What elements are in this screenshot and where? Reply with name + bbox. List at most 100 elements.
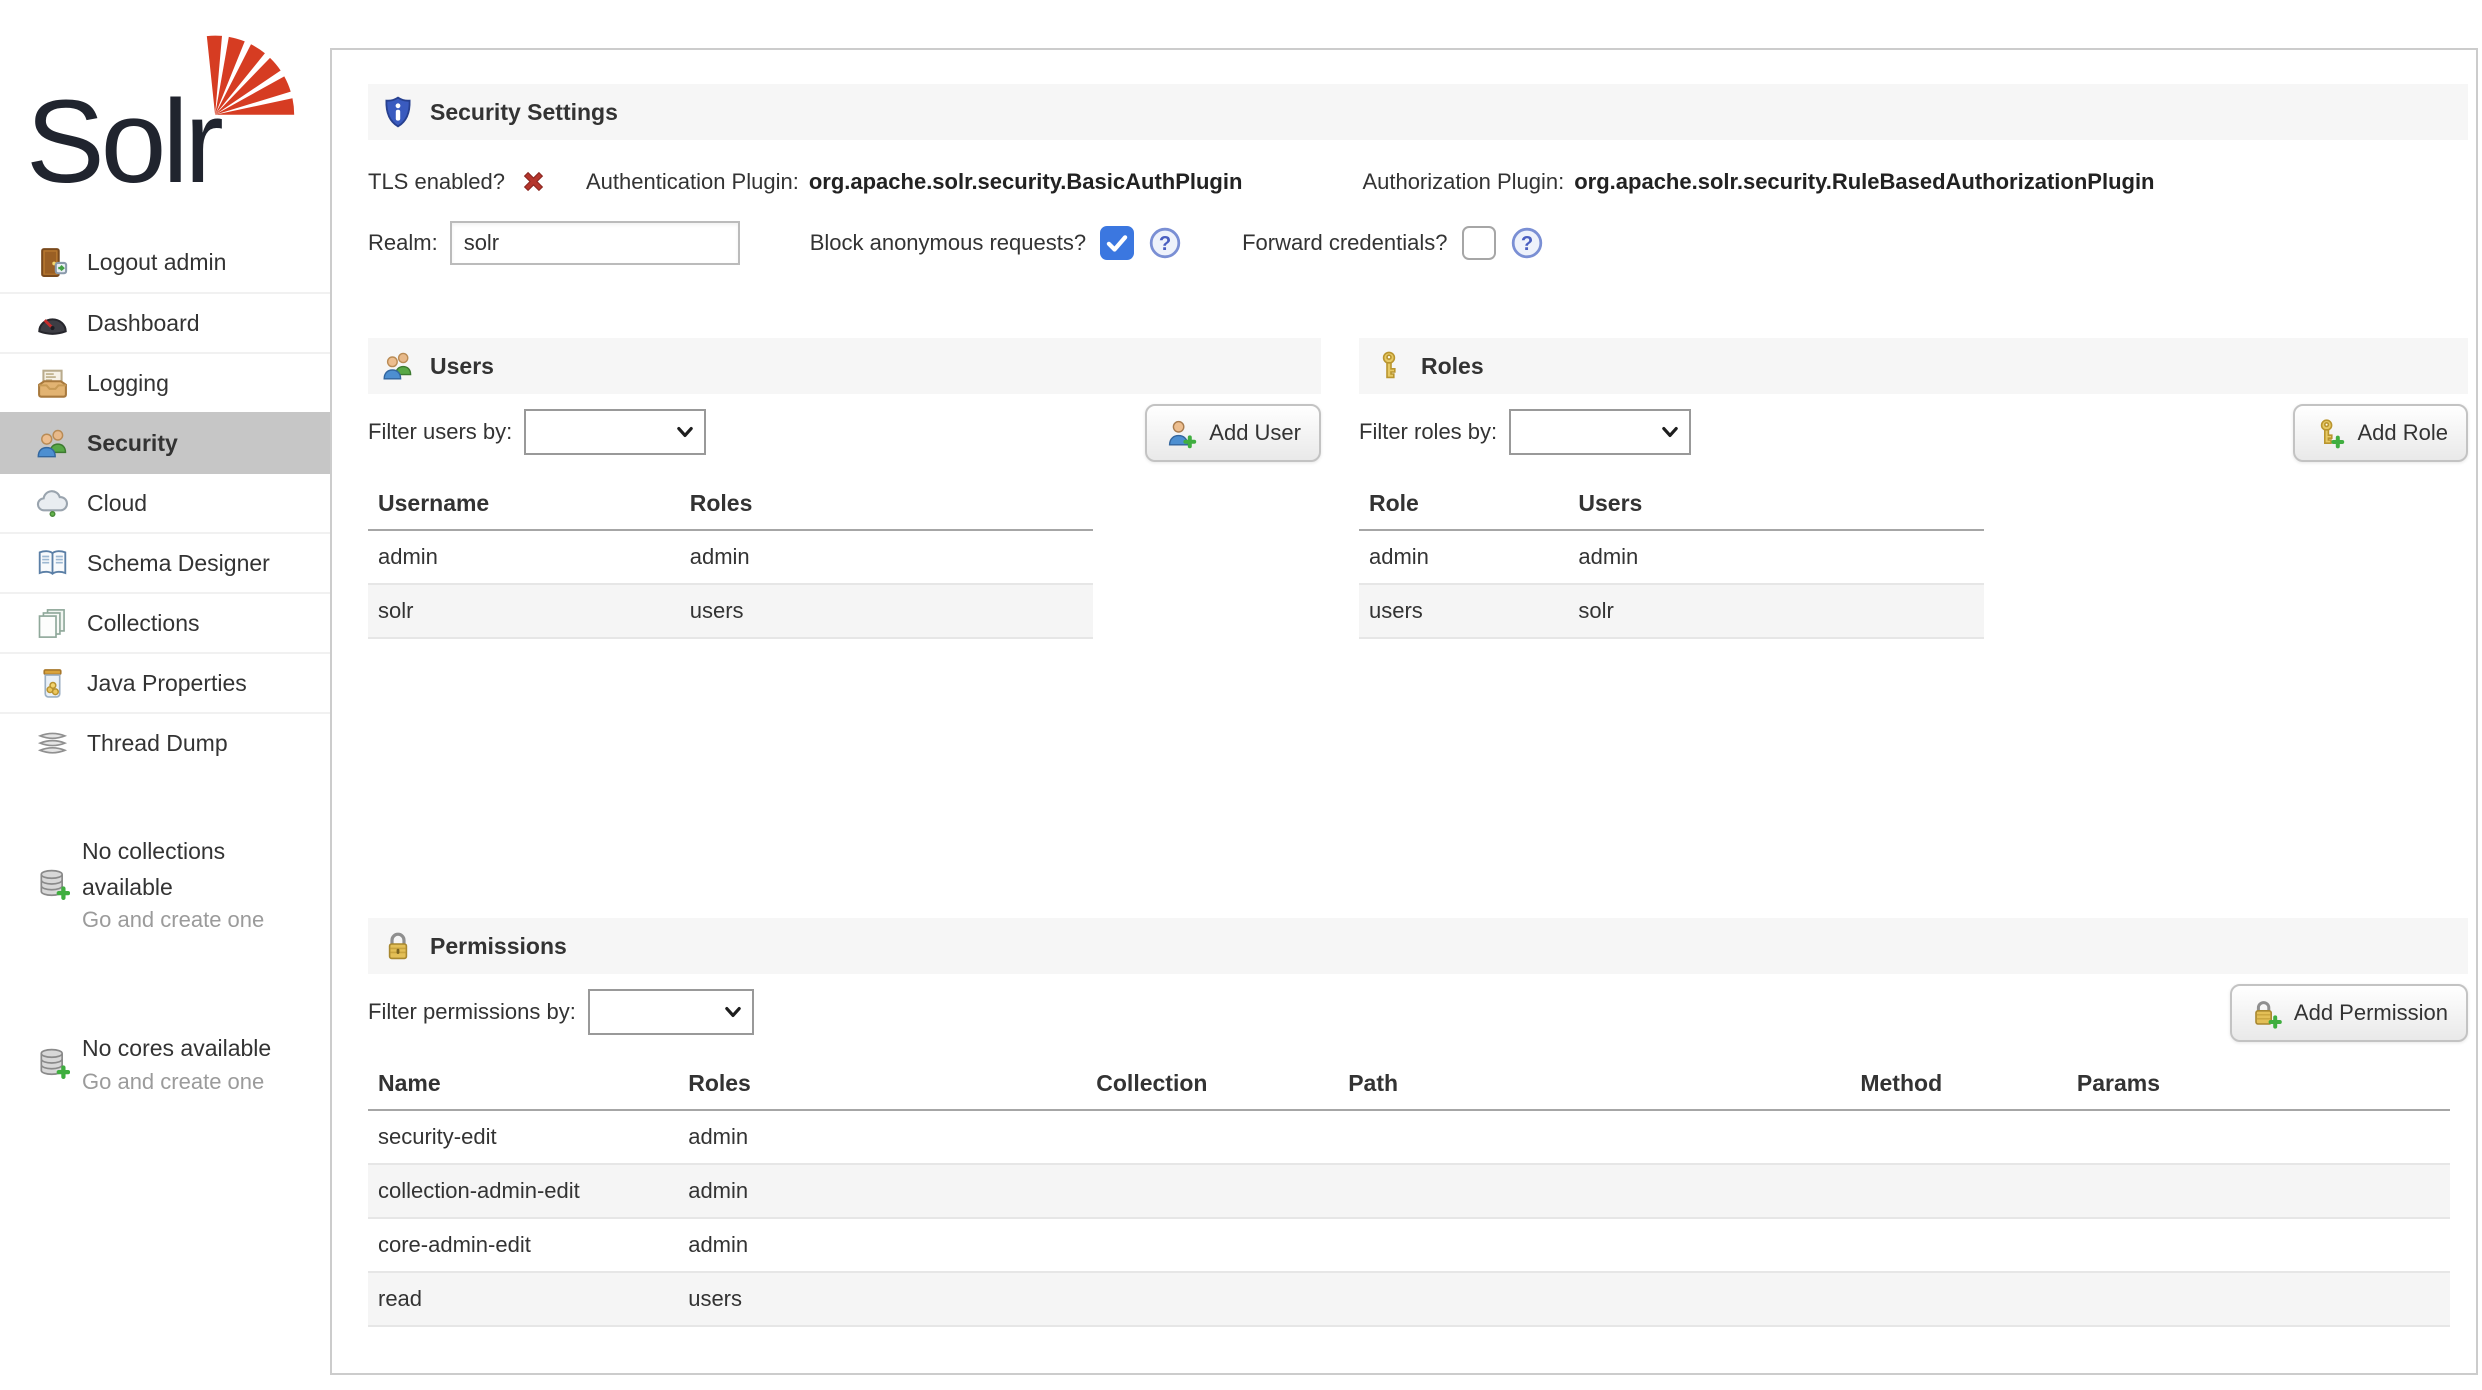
table-cell: [1086, 1110, 1338, 1164]
table-row[interactable]: security-editadmin: [368, 1110, 2450, 1164]
table-cell: [1850, 1164, 2067, 1218]
table-row[interactable]: adminadmin: [368, 530, 1093, 584]
book-icon: [36, 547, 69, 580]
realm-input[interactable]: [450, 221, 740, 265]
table-cell: solr: [368, 584, 680, 638]
column-header-params: Params: [2067, 1058, 2450, 1110]
sidebar-menu: Logout adminDashboardLogging Security Clou…: [0, 232, 330, 772]
filter-users-select[interactable]: [524, 409, 706, 455]
table-cell: core-admin-edit: [368, 1218, 678, 1272]
table-row[interactable]: solrusers: [368, 584, 1093, 638]
solr-sunburst-icon: [206, 26, 306, 118]
table-row[interactable]: adminadmin: [1359, 530, 1984, 584]
table-cell: users: [680, 584, 1093, 638]
add-permission-button[interactable]: Add Permission: [2230, 984, 2468, 1042]
roles-table: RoleUsersadminadminuserssolr: [1359, 478, 1984, 639]
tls-disabled-x-icon: [519, 167, 548, 196]
forward-credentials-label: Forward credentials?: [1242, 230, 1447, 256]
table-header-row: NameRolesCollectionPathMethodParams: [368, 1058, 2450, 1110]
sidebar-item-logout-admin[interactable]: Logout admin: [0, 232, 330, 292]
permissions-panel-header: Permissions: [368, 918, 2468, 974]
filter-roles-label: Filter roles by:: [1359, 419, 1497, 445]
inbox-icon: [36, 367, 69, 400]
sidebar-item-dashboard[interactable]: Dashboard: [0, 292, 330, 352]
table-cell: admin: [368, 530, 680, 584]
table-cell: [2067, 1272, 2450, 1326]
roles-panel-header: Roles: [1359, 338, 2468, 394]
documents-icon: [36, 607, 69, 640]
table-cell: users: [678, 1272, 1086, 1326]
roles-key-icon: [1373, 350, 1405, 382]
table-row[interactable]: collection-admin-editadmin: [368, 1164, 2450, 1218]
add-role-button[interactable]: Add Role: [2293, 404, 2468, 462]
table-cell: users: [1359, 584, 1568, 638]
sidebar-item-label: Security: [87, 430, 178, 457]
table-cell: security-edit: [368, 1110, 678, 1164]
table-row[interactable]: readusers: [368, 1272, 2450, 1326]
realm-row: Realm: Block anonymous requests? ? Forwa…: [368, 220, 2468, 266]
help-icon[interactable]: ?: [1148, 226, 1182, 260]
table-row[interactable]: userssolr: [1359, 584, 1984, 638]
content-panel: Security Settings TLS enabled? Authentic…: [330, 48, 2478, 1375]
sidebar-item-logging[interactable]: Logging: [0, 352, 330, 412]
filter-roles-select[interactable]: [1509, 409, 1691, 455]
column-header-method: Method: [1850, 1058, 2067, 1110]
table-cell: [1086, 1218, 1338, 1272]
svg-text:?: ?: [1520, 233, 1532, 255]
security-settings-header: Security Settings: [368, 84, 2468, 140]
sidebar-item-security[interactable]: Security: [0, 412, 330, 472]
svg-text:?: ?: [1159, 233, 1171, 255]
add-user-button[interactable]: Add User: [1145, 404, 1321, 462]
table-cell: [2067, 1218, 2450, 1272]
sidebar-item-java-properties[interactable]: Java Properties: [0, 652, 330, 712]
sidebar-item-label: Thread Dump: [87, 730, 228, 757]
authz-plugin-value: org.apache.solr.security.RuleBasedAuthor…: [1574, 169, 2154, 195]
people-icon: [36, 427, 69, 460]
page-title: Security Settings: [430, 99, 618, 126]
table-header-row: UsernameRoles: [368, 478, 1093, 530]
filter-permissions-label: Filter permissions by:: [368, 999, 576, 1025]
solr-logo-text: Solr: [26, 74, 220, 210]
sidebar-item-schema-designer[interactable]: Schema Designer: [0, 532, 330, 592]
sidebar-item-thread-dump[interactable]: Thread Dump: [0, 712, 330, 772]
table-cell: collection-admin-edit: [368, 1164, 678, 1218]
sidebar-item-label: Cloud: [87, 490, 147, 517]
forward-credentials-checkbox[interactable]: [1462, 226, 1496, 260]
permissions-lock-icon: [382, 930, 414, 962]
sidebar-item-label: Collections: [87, 610, 200, 637]
table-cell: [1338, 1164, 1850, 1218]
sidebar: Solr Logout adminDashboardLogging Securit…: [0, 0, 330, 1390]
table-cell: admin: [1568, 530, 1984, 584]
door-icon: [36, 246, 69, 279]
sidebar-item-cloud[interactable]: Cloud: [0, 472, 330, 532]
column-header-path: Path: [1338, 1058, 1850, 1110]
add-user-button-label: Add User: [1209, 420, 1301, 446]
cloud-icon: [36, 487, 69, 520]
table-cell: [2067, 1164, 2450, 1218]
table-row[interactable]: core-admin-editadmin: [368, 1218, 2450, 1272]
threads-icon: [36, 727, 69, 760]
go-and-create-one-link[interactable]: Go and create one: [82, 1069, 264, 1095]
table-cell: [2067, 1110, 2450, 1164]
table-cell: solr: [1568, 584, 1984, 638]
column-header-username: Username: [368, 478, 680, 530]
authz-plugin-label: Authorization Plugin:: [1362, 169, 1564, 195]
table-cell: [1086, 1272, 1338, 1326]
help-icon[interactable]: ?: [1510, 226, 1544, 260]
filter-permissions-select[interactable]: [588, 989, 754, 1035]
column-header-roles: Roles: [680, 478, 1093, 530]
sidebar-item-label: Schema Designer: [87, 550, 270, 577]
solr-logo[interactable]: Solr: [26, 26, 316, 196]
table-cell: [1086, 1164, 1338, 1218]
realm-label: Realm:: [368, 230, 438, 256]
permissions-panel-title: Permissions: [430, 933, 567, 960]
table-cell: [1850, 1218, 2067, 1272]
go-and-create-one-link[interactable]: Go and create one: [82, 907, 264, 933]
add-role-button-label: Add Role: [2357, 420, 2448, 446]
sidebar-item-collections[interactable]: Collections: [0, 592, 330, 652]
sidebar-notice: No cores availableGo and create one: [36, 1031, 306, 1095]
block-anonymous-checkbox[interactable]: [1100, 226, 1134, 260]
users-filter-row: Filter users by: Add User: [368, 404, 1321, 462]
table-cell: admin: [1359, 530, 1568, 584]
column-header-users: Users: [1568, 478, 1984, 530]
